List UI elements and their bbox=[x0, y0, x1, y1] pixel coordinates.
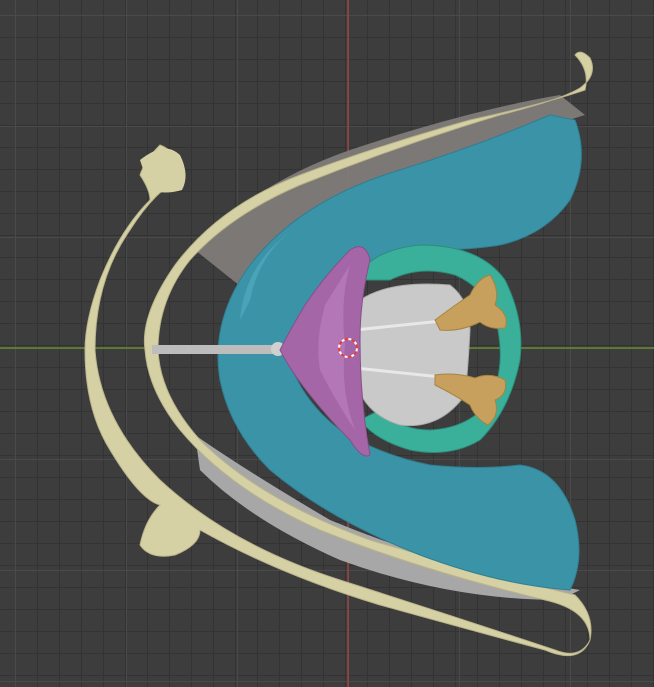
scene-canvas[interactable] bbox=[0, 0, 654, 687]
3d-viewport[interactable] bbox=[0, 0, 654, 687]
vocal-folds[interactable] bbox=[350, 283, 471, 427]
